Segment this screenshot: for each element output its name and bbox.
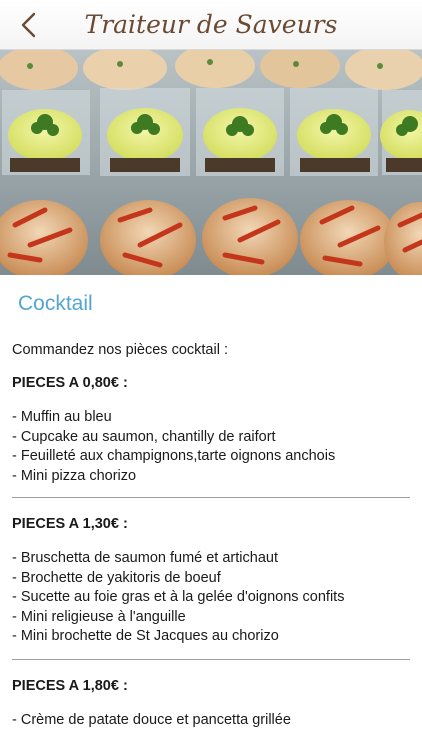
app-title: Traiteur de Saveurs <box>84 10 338 39</box>
list-item: - Bruschetta de saumon fumé et artichaut <box>12 550 278 566</box>
divider <box>12 497 410 498</box>
content-area: Cocktail Commandez nos pièces cocktail :… <box>0 275 422 750</box>
item-list: - Crème de patate douce et pancetta gril… <box>12 711 410 731</box>
chevron-left-icon <box>21 12 36 38</box>
price-section-130: PIECES A 1,30€ : - Bruschetta de saumon … <box>12 516 410 647</box>
item-list: - Muffin au bleu - Cupcake au saumon, ch… <box>12 408 410 486</box>
item-list: - Bruschetta de saumon fumé et artichaut… <box>12 549 410 647</box>
list-item: - Mini religieuse à l'anguille <box>12 608 186 625</box>
list-item: - Mini brochette de St Jacques au choriz… <box>12 628 279 644</box>
list-item: - Cupcake au saumon, chantilly de raifor… <box>12 428 276 445</box>
list-item: - Muffin au bleu <box>12 409 112 425</box>
section-heading: PIECES A 1,80€ : <box>12 678 128 694</box>
price-section-180: PIECES A 1,80€ : - Crème de patate douce… <box>12 678 410 731</box>
list-item: - Brochette de yakitoris de boeuf <box>12 569 221 586</box>
page-title: Cocktail <box>18 292 93 315</box>
price-section-080: PIECES A 0,80€ : - Muffin au bleu - Cupc… <box>12 375 410 486</box>
app-header: Traiteur de Saveurs <box>0 0 422 50</box>
list-item: - Feuilleté aux champignons,tarte oignon… <box>12 448 336 464</box>
hero-image <box>0 50 422 275</box>
intro-text: Commandez nos pièces cocktail : <box>12 342 228 358</box>
divider <box>12 659 410 660</box>
back-button[interactable] <box>10 6 46 44</box>
list-item: - Crème de patate douce et pancetta gril… <box>12 712 291 728</box>
section-heading: PIECES A 0,80€ : <box>12 375 128 391</box>
list-item: - Sucette au foie gras et à la gelée d'o… <box>12 589 345 605</box>
cocktail-food-photo <box>0 50 422 275</box>
list-item: - Mini pizza chorizo <box>12 467 137 484</box>
section-heading: PIECES A 1,30€ : <box>12 516 128 532</box>
